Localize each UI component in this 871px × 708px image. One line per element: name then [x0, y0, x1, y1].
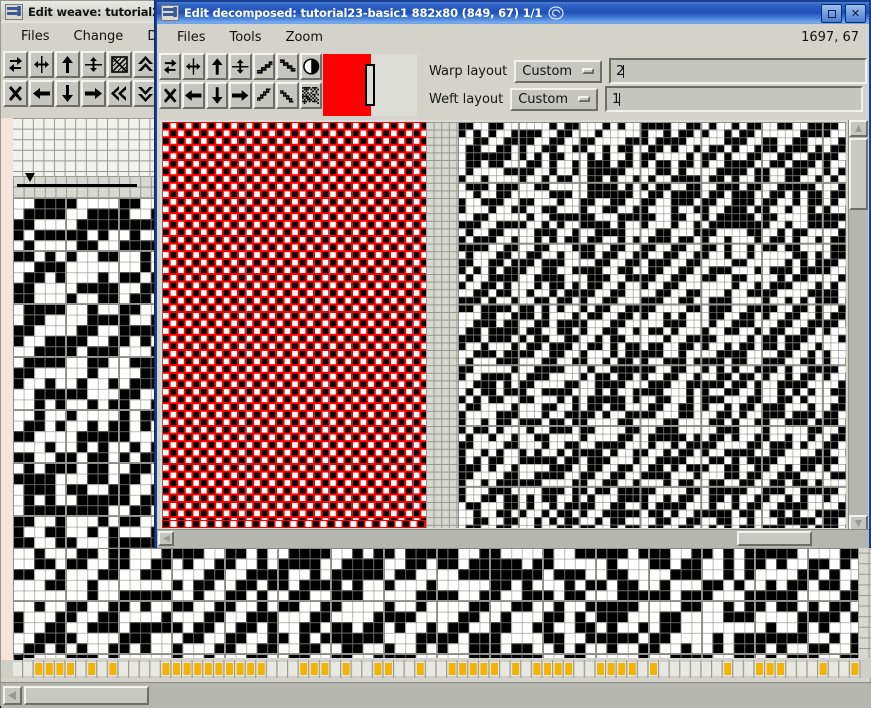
arrow-left-icon[interactable]	[182, 82, 205, 109]
front-toolbar-row-2	[159, 82, 323, 110]
arrow-left-icon[interactable]	[29, 80, 54, 107]
background-color-swatch[interactable]	[365, 54, 417, 116]
text-caret	[623, 64, 625, 78]
close-cross-icon[interactable]	[159, 82, 182, 109]
stairs-down-right-icon[interactable]	[276, 53, 299, 80]
hscroll-thumb[interactable]	[737, 531, 812, 546]
checker-texture-icon[interactable]	[299, 82, 322, 109]
cursor-coordinates: 1697, 67	[801, 29, 859, 45]
move-vertical-icon[interactable]	[229, 53, 252, 80]
window-list-icon	[5, 4, 23, 20]
front-window-title: Edit decomposed: tutorial23-basic1 882x8…	[184, 6, 543, 20]
front-window-vscrollbar[interactable]	[848, 120, 868, 532]
window-list-icon	[161, 5, 179, 21]
vscroll-thumb[interactable]	[849, 138, 868, 210]
close-cross-icon[interactable]	[3, 80, 28, 107]
hscroll-left-arrow[interactable]	[158, 531, 174, 546]
move-vertical-icon[interactable]	[81, 51, 106, 78]
flip-vertical-icon[interactable]	[159, 53, 182, 80]
move-horizontal-icon[interactable]	[182, 53, 205, 80]
warp-layout-select[interactable]: Custom	[514, 59, 603, 83]
arrow-up-icon[interactable]	[205, 53, 229, 80]
front-window-menubar[interactable]: Files Tools Zoom 1697, 67	[157, 24, 869, 50]
warp-layout-value: Custom	[522, 63, 573, 79]
weft-layout-value: Custom	[518, 91, 569, 107]
text-caret	[619, 92, 621, 106]
warp-layout-entry[interactable]: 2	[609, 58, 868, 84]
back-window-title: Edit weave: tutorial23-	[28, 5, 173, 19]
menu-files[interactable]: Files	[9, 27, 62, 46]
menu-change[interactable]: Change	[62, 27, 136, 46]
weft-layout-entry[interactable]: 1	[605, 86, 864, 112]
arrow-right-icon[interactable]	[229, 82, 252, 109]
swatch-selection-marker	[365, 64, 375, 106]
hscroll-left-arrow[interactable]	[3, 686, 22, 705]
front-window-titlebar[interactable]: Edit decomposed: tutorial23-basic1 882x8…	[157, 2, 869, 24]
edit-decomposed-window[interactable]: Edit decomposed: tutorial23-basic1 882x8…	[155, 0, 871, 548]
arrow-down-icon[interactable]	[205, 82, 229, 109]
weft-layout-row: Weft layout Custom 1	[429, 86, 869, 112]
close-button[interactable]: ✕	[845, 4, 866, 23]
stairs-up-right-icon[interactable]	[252, 53, 276, 80]
arrow-down-icon[interactable]	[55, 80, 80, 107]
menu-zoom[interactable]: Zoom	[274, 28, 335, 47]
weft-layout-select[interactable]: Custom	[510, 87, 599, 111]
double-arrow-left-icon[interactable]	[107, 80, 132, 107]
invert-contrast-icon[interactable]	[299, 53, 322, 80]
weft-layout-label: Weft layout	[429, 91, 504, 107]
steps-narrow-up-icon[interactable]	[252, 82, 276, 109]
decomposed-pattern-canvas[interactable]	[160, 120, 846, 532]
crosshatch-box-icon[interactable]	[107, 51, 132, 78]
move-horizontal-icon[interactable]	[29, 51, 54, 78]
chevron-down-icon	[582, 68, 595, 74]
front-window-hscrollbar[interactable]	[157, 529, 869, 548]
front-toolbar-buttons	[157, 50, 323, 120]
front-window-toolbar: Warp layout Custom 2 Weft layout Custom …	[157, 50, 869, 120]
spiral-icon	[548, 6, 564, 20]
back-window-hscrollbar[interactable]	[1, 682, 871, 708]
warp-layout-row: Warp layout Custom 2	[429, 58, 869, 84]
front-window-title-buttons: ✕	[821, 4, 866, 23]
menu-files[interactable]: Files	[165, 28, 218, 47]
arrow-right-icon[interactable]	[81, 80, 106, 107]
chevron-down-icon	[578, 96, 591, 102]
warp-layout-label: Warp layout	[429, 63, 508, 79]
maximize-button[interactable]	[821, 4, 842, 23]
menu-tools[interactable]: Tools	[218, 28, 274, 47]
vscroll-up-arrow[interactable]	[849, 120, 868, 137]
hscroll-thumb[interactable]	[24, 686, 149, 705]
flip-vertical-icon[interactable]	[3, 51, 28, 78]
front-toolbar-row-1	[159, 53, 323, 81]
layout-controls: Warp layout Custom 2 Weft layout Custom …	[417, 50, 869, 120]
foreground-color-swatch[interactable]	[323, 54, 371, 116]
arrow-up-icon[interactable]	[55, 51, 80, 78]
steps-narrow-down-icon[interactable]	[276, 82, 299, 109]
